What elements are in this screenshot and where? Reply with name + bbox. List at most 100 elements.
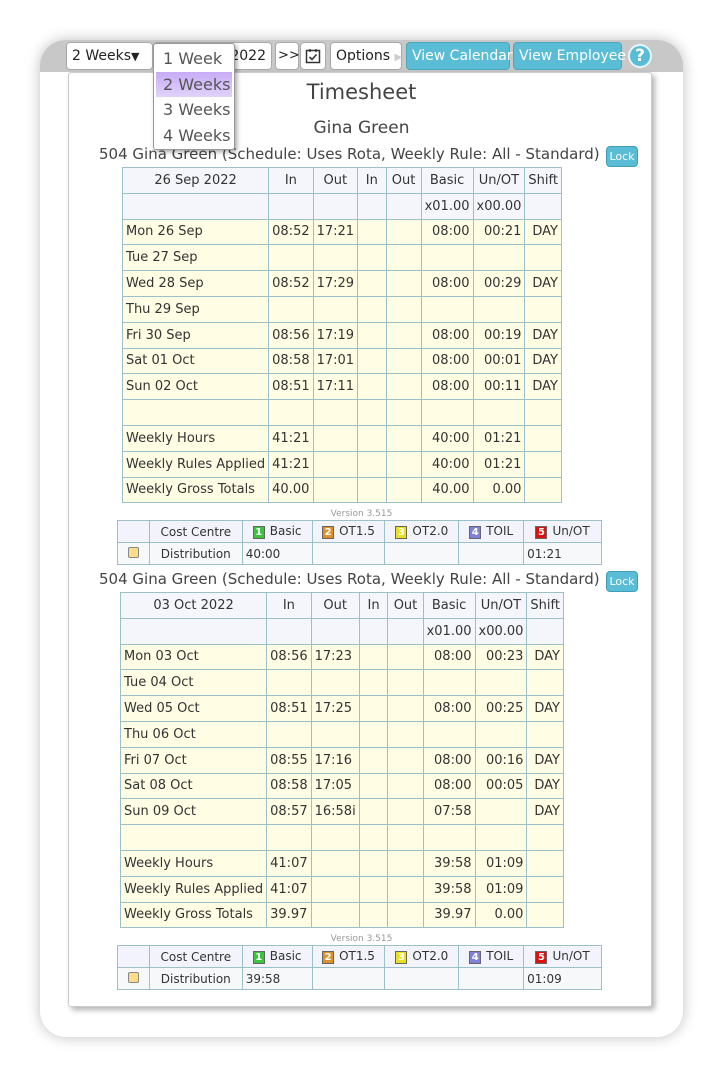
time-cell[interactable]	[358, 798, 389, 826]
time-cell: 08:00	[420, 321, 474, 349]
view-calendar-button[interactable]: View Calendar	[406, 42, 513, 70]
time-cell[interactable]: 17:05	[310, 772, 360, 800]
time-cell[interactable]: 08:56	[268, 321, 314, 349]
day-row[interactable]: Fri 07 Oct 08:55 17:16 08:00 00:16 DAY	[119, 746, 564, 774]
time-cell[interactable]	[357, 244, 387, 272]
day-row[interactable]: Sun 02 Oct 08:51 17:11 08:00 00:11 DAY	[121, 373, 562, 401]
time-cell[interactable]: 16:58i	[310, 798, 360, 826]
time-cell[interactable]	[268, 295, 314, 323]
caret-right-icon: ▶	[394, 52, 403, 63]
time-cell[interactable]	[357, 295, 387, 323]
time-cell[interactable]	[357, 373, 387, 401]
period-option-selected[interactable]: 2 Weeks	[156, 71, 232, 97]
time-cell[interactable]	[266, 720, 312, 748]
column-header: Out	[310, 592, 360, 619]
day-row[interactable]: Mon 03 Oct 08:56 17:23 08:00 00:23 DAY	[119, 643, 564, 671]
time-cell[interactable]	[385, 270, 422, 297]
day-row[interactable]: Wed 28 Sep 08:52 17:29 08:00 00:29 DAY	[121, 270, 562, 297]
pay-code-badge-icon: 5	[535, 526, 548, 540]
pay-code-header: 4 TOIL	[458, 945, 525, 969]
time-cell[interactable]: 17:29	[312, 270, 359, 297]
day-row[interactable]: Mon 26 Sep 08:52 17:21 08:00 00:21 DAY	[121, 218, 562, 246]
time-cell[interactable]	[385, 295, 422, 323]
time-cell[interactable]: 17:25	[310, 695, 360, 722]
time-cell[interactable]	[358, 643, 389, 671]
next-button[interactable]: >>	[275, 42, 300, 70]
time-cell[interactable]	[357, 218, 387, 246]
pay-code-header: 5 Un/OT	[523, 520, 602, 544]
time-cell[interactable]: 17:16	[310, 746, 360, 774]
time-cell[interactable]	[357, 321, 387, 349]
time-cell[interactable]	[358, 720, 389, 748]
time-cell[interactable]	[268, 244, 314, 272]
empty-cell	[310, 617, 360, 645]
day-row[interactable]: Sat 01 Oct 08:58 17:01 08:00 00:01 DAY	[121, 347, 562, 375]
time-cell[interactable]	[312, 295, 359, 323]
lock-button[interactable]: Lock	[606, 571, 638, 592]
time-cell[interactable]	[387, 772, 424, 800]
period-option[interactable]: 1 Week	[156, 46, 232, 72]
lock-button[interactable]: Lock	[606, 146, 638, 167]
time-cell[interactable]	[358, 772, 389, 800]
day-row[interactable]: Thu 06 Oct	[119, 720, 564, 748]
time-cell[interactable]	[387, 669, 424, 697]
day-row[interactable]: Sun 09 Oct 08:57 16:58i 07:58 DAY	[119, 798, 564, 826]
period-select[interactable]: 2 Weeks▼	[66, 42, 153, 70]
time-cell[interactable]	[310, 720, 360, 748]
time-cell[interactable]	[385, 347, 422, 375]
day-row[interactable]: Wed 05 Oct 08:51 17:25 08:00 00:25 DAY	[119, 695, 564, 722]
help-icon[interactable]: ?	[628, 44, 652, 68]
time-cell[interactable]: 08:56	[266, 643, 312, 671]
color-swatch-icon[interactable]	[127, 971, 139, 983]
time-cell[interactable]: 17:21	[312, 218, 359, 246]
time-cell[interactable]	[385, 321, 422, 349]
time-cell[interactable]: 17:01	[312, 347, 359, 375]
day-row[interactable]: Tue 27 Sep	[121, 244, 562, 272]
options-button[interactable]: Options ▶	[330, 42, 402, 70]
time-cell[interactable]: 08:51	[266, 695, 312, 722]
time-cell[interactable]: 08:51	[268, 373, 314, 401]
time-cell[interactable]	[310, 669, 360, 697]
color-swatch-icon[interactable]	[127, 546, 139, 558]
time-cell[interactable]	[357, 270, 387, 297]
time-cell[interactable]: 08:57	[266, 798, 312, 826]
time-cell: DAY	[524, 218, 562, 246]
time-cell[interactable]	[358, 695, 389, 722]
day-row[interactable]: Fri 30 Sep 08:56 17:19 08:00 00:19 DAY	[121, 321, 562, 349]
period-dropdown: 1 Week 2 Weeks 3 Weeks 4 Weeks	[153, 43, 235, 150]
pay-code-badge-icon: 3	[395, 526, 408, 540]
day-row[interactable]: Tue 04 Oct	[119, 669, 564, 697]
time-cell[interactable]	[266, 669, 312, 697]
time-cell[interactable]	[385, 244, 422, 272]
time-cell[interactable]	[387, 798, 424, 826]
time-cell[interactable]	[312, 244, 359, 272]
time-cell[interactable]	[385, 218, 422, 246]
time-cell[interactable]	[387, 720, 424, 748]
time-cell[interactable]: 08:52	[268, 218, 314, 246]
time-cell[interactable]	[387, 643, 424, 671]
time-cell[interactable]	[358, 746, 389, 774]
time-cell[interactable]	[387, 746, 424, 774]
period-option[interactable]: 3 Weeks	[156, 97, 232, 123]
time-cell[interactable]	[357, 347, 387, 375]
time-cell[interactable]: 08:55	[266, 746, 312, 774]
time-cell[interactable]: 17:23	[310, 643, 360, 671]
time-cell[interactable]: 17:19	[312, 321, 359, 349]
calendar-check-button[interactable]	[300, 42, 326, 70]
total-row: Weekly Hours 41:21 40:00 01:21	[121, 424, 562, 452]
period-option[interactable]: 4 Weeks	[156, 123, 232, 149]
time-cell[interactable]: 17:11	[312, 373, 359, 401]
pay-code-label: TOIL	[486, 949, 514, 964]
time-cell[interactable]	[358, 669, 389, 697]
time-cell[interactable]: 08:58	[268, 347, 314, 375]
pay-code-badge-icon: 2	[322, 526, 335, 540]
view-employee-button[interactable]: View Employee	[513, 42, 626, 70]
day-row[interactable]: Sat 08 Oct 08:58 17:05 08:00 00:05 DAY	[119, 772, 564, 800]
time-cell[interactable]	[385, 373, 422, 401]
time-cell[interactable]	[387, 695, 424, 722]
time-cell[interactable]: 08:58	[266, 772, 312, 800]
day-row[interactable]: Thu 29 Sep	[121, 295, 562, 323]
time-cell	[474, 720, 528, 748]
time-cell: 40.00	[268, 476, 314, 504]
time-cell[interactable]: 08:52	[268, 270, 314, 297]
